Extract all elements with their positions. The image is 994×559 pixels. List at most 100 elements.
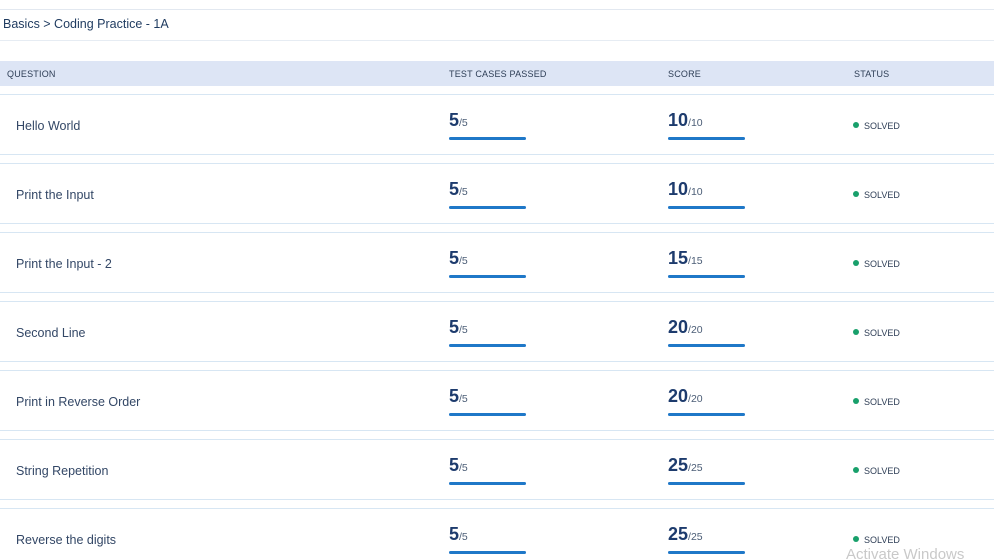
score-total: /10 [688, 186, 703, 198]
score-value: 10 [668, 179, 689, 199]
header-status: STATUS [854, 69, 890, 79]
question-name[interactable]: Print the Input - 2 [16, 257, 112, 271]
status-label: SOLVED [864, 397, 900, 407]
test-cases-progress-fill [449, 482, 526, 485]
score-progress-bar [668, 206, 745, 209]
test-cases-passed-value: 5 [449, 110, 460, 130]
status-label: SOLVED [864, 535, 900, 545]
table-row[interactable]: Print the Input 5/5 10/10 SOLVED [0, 163, 994, 224]
score-value: 25 [668, 524, 689, 544]
solved-status-dot-icon [853, 398, 859, 404]
status-badge: SOLVED [853, 466, 900, 476]
status-badge: SOLVED [853, 397, 900, 407]
score: 10/10 [668, 110, 745, 140]
test-cases-progress-bar [449, 413, 526, 416]
status-label: SOLVED [864, 328, 900, 338]
status-badge: SOLVED [853, 328, 900, 338]
table-row[interactable]: String Repetition 5/5 25/25 SOLVED [0, 439, 994, 500]
score-progress-fill [668, 482, 745, 485]
test-cases-passed: 5/5 [449, 386, 526, 416]
test-cases-progress-bar [449, 551, 526, 554]
test-cases-progress-fill [449, 551, 526, 554]
test-cases-passed: 5/5 [449, 455, 526, 485]
test-cases-progress-fill [449, 344, 526, 347]
breadcrumb[interactable]: Basics > Coding Practice - 1A [3, 17, 169, 31]
status-badge: SOLVED [853, 190, 900, 200]
top-divider [0, 9, 994, 10]
score: 10/10 [668, 179, 745, 209]
test-cases-passed-value: 5 [449, 179, 460, 199]
status-label: SOLVED [864, 466, 900, 476]
score-progress-fill [668, 137, 745, 140]
test-cases-total: /5 [459, 186, 468, 198]
score: 20/20 [668, 317, 745, 347]
test-cases-passed: 5/5 [449, 248, 526, 278]
question-name[interactable]: Hello World [16, 119, 80, 133]
question-name[interactable]: Print the Input [16, 188, 94, 202]
test-cases-progress-bar [449, 137, 526, 140]
score-value: 25 [668, 455, 689, 475]
test-cases-passed-value: 5 [449, 248, 460, 268]
test-cases-progress-bar [449, 482, 526, 485]
score-progress-fill [668, 206, 745, 209]
test-cases-total: /5 [459, 255, 468, 267]
score-total: /20 [688, 393, 703, 405]
score-value: 20 [668, 317, 689, 337]
score-value: 10 [668, 110, 689, 130]
test-cases-passed-value: 5 [449, 524, 460, 544]
page: Basics > Coding Practice - 1A QUESTION T… [0, 0, 994, 559]
solved-status-dot-icon [853, 122, 859, 128]
test-cases-progress-bar [449, 206, 526, 209]
score-progress-fill [668, 344, 745, 347]
score-value: 15 [668, 248, 689, 268]
table-header: QUESTION TEST CASES PASSED SCORE STATUS [0, 61, 994, 86]
table-row[interactable]: Reverse the digits 5/5 25/25 SOLVED [0, 508, 994, 559]
score-progress-bar [668, 344, 745, 347]
test-cases-passed: 5/5 [449, 317, 526, 347]
score-progress-bar [668, 413, 745, 416]
test-cases-passed-value: 5 [449, 455, 460, 475]
test-cases-passed: 5/5 [449, 179, 526, 209]
question-name[interactable]: Print in Reverse Order [16, 395, 140, 409]
table-row[interactable]: Second Line 5/5 20/20 SOLVED [0, 301, 994, 362]
breadcrumb-divider [0, 40, 994, 41]
score: 20/20 [668, 386, 745, 416]
score-total: /20 [688, 324, 703, 336]
test-cases-total: /5 [459, 117, 468, 129]
score-progress-bar [668, 137, 745, 140]
question-name[interactable]: String Repetition [16, 464, 108, 478]
table-row[interactable]: Hello World 5/5 10/10 SOLVED [0, 94, 994, 155]
header-question: QUESTION [7, 69, 56, 79]
score-progress-fill [668, 413, 745, 416]
solved-status-dot-icon [853, 467, 859, 473]
test-cases-progress-bar [449, 344, 526, 347]
test-cases-progress-bar [449, 275, 526, 278]
test-cases-total: /5 [459, 462, 468, 474]
score-value: 20 [668, 386, 689, 406]
status-badge: SOLVED [853, 259, 900, 269]
score: 25/25 [668, 455, 745, 485]
solved-status-dot-icon [853, 536, 859, 542]
score-progress-fill [668, 275, 745, 278]
test-cases-progress-fill [449, 137, 526, 140]
question-name[interactable]: Reverse the digits [16, 533, 116, 547]
test-cases-passed: 5/5 [449, 524, 526, 554]
header-score: SCORE [668, 69, 702, 79]
test-cases-progress-fill [449, 275, 526, 278]
status-badge: SOLVED [853, 535, 900, 545]
status-label: SOLVED [864, 121, 900, 131]
test-cases-passed-value: 5 [449, 317, 460, 337]
table-row[interactable]: Print in Reverse Order 5/5 20/20 SOLVED [0, 370, 994, 431]
score-progress-bar [668, 551, 745, 554]
score-total: /25 [688, 462, 703, 474]
activate-windows-watermark: Activate Windows [846, 546, 965, 559]
test-cases-progress-fill [449, 206, 526, 209]
score: 15/15 [668, 248, 745, 278]
test-cases-total: /5 [459, 531, 468, 543]
header-test-cases-passed: TEST CASES PASSED [449, 69, 547, 79]
score-total: /25 [688, 531, 703, 543]
status-label: SOLVED [864, 259, 900, 269]
score-progress-bar [668, 482, 745, 485]
table-row[interactable]: Print the Input - 2 5/5 15/15 SOLVED [0, 232, 994, 293]
question-name[interactable]: Second Line [16, 326, 86, 340]
